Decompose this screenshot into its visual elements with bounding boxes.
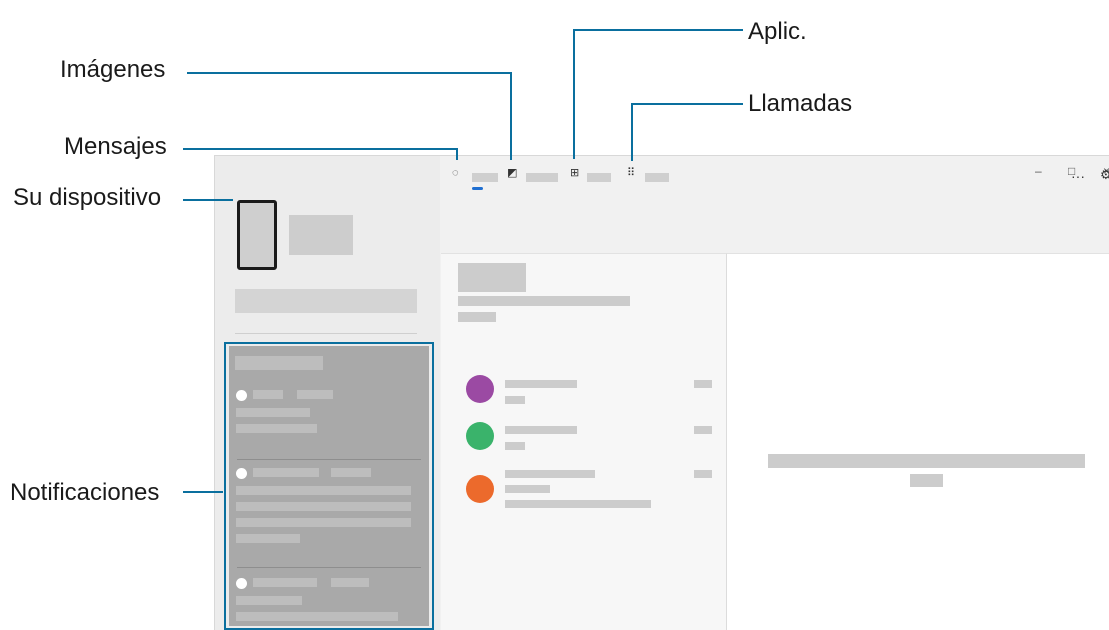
image-icon[interactable]: ◩ [507, 168, 517, 179]
callout-mensajes: Mensajes [64, 133, 167, 160]
tab-mensajes[interactable] [472, 173, 498, 182]
tab-aplic[interactable] [587, 173, 611, 182]
conversation-time [694, 470, 712, 478]
callout-notificaciones: Notificaciones [10, 479, 160, 506]
conversation-name [505, 380, 577, 388]
conversation-name [505, 470, 595, 478]
list-subtitle-2 [458, 312, 496, 322]
conversation-preview [505, 500, 651, 508]
phone-icon[interactable] [237, 200, 277, 270]
list-subtitle [458, 296, 630, 306]
callout-line-llamadas [631, 103, 743, 105]
callout-aplic: Aplic. [748, 18, 807, 45]
notifications-highlight [224, 342, 434, 630]
conversation-preview [505, 396, 525, 404]
callout-su-dispositivo: Su dispositivo [13, 184, 162, 211]
tab-active-indicator [472, 187, 483, 190]
callout-line-mensajes [456, 148, 458, 160]
callout-imagenes: Imágenes [60, 56, 166, 83]
sidebar-divider [235, 333, 417, 334]
empty-state-subtext [910, 474, 943, 487]
empty-state-text [768, 454, 1085, 468]
more-options-icon[interactable]: ··· [1071, 168, 1085, 184]
device-status-bar [235, 289, 417, 313]
callout-line-aplic [573, 29, 575, 159]
conversation-name [505, 426, 577, 434]
callout-line-aplic [573, 29, 743, 31]
apps-icon[interactable]: ⊞ [570, 168, 579, 179]
callout-line-notificaciones [183, 491, 223, 493]
conversation-detail [726, 253, 1109, 630]
avatar[interactable] [466, 422, 494, 450]
conversation-time [694, 426, 712, 434]
avatar[interactable] [466, 375, 494, 403]
message-icon[interactable]: ◌ [452, 168, 459, 179]
gear-icon[interactable]: ⚙ [1100, 167, 1109, 183]
conversation-list [441, 253, 727, 630]
callout-line-su-dispositivo [183, 199, 233, 201]
conversation-preview [505, 485, 550, 493]
list-title [458, 263, 526, 292]
callout-line-imagenes [187, 72, 512, 74]
tab-imagenes[interactable] [526, 173, 558, 182]
device-name [289, 215, 353, 255]
callout-line-imagenes [510, 72, 512, 160]
callout-llamadas: Llamadas [748, 90, 853, 117]
dialpad-icon[interactable]: ⠿ [627, 168, 635, 179]
minimize-button[interactable]: – [1035, 165, 1042, 177]
avatar[interactable] [466, 475, 494, 503]
tab-llamadas[interactable] [645, 173, 669, 182]
conversation-preview [505, 442, 525, 450]
callout-line-llamadas [631, 103, 633, 161]
callout-line-mensajes [183, 148, 458, 150]
conversation-time [694, 380, 712, 388]
